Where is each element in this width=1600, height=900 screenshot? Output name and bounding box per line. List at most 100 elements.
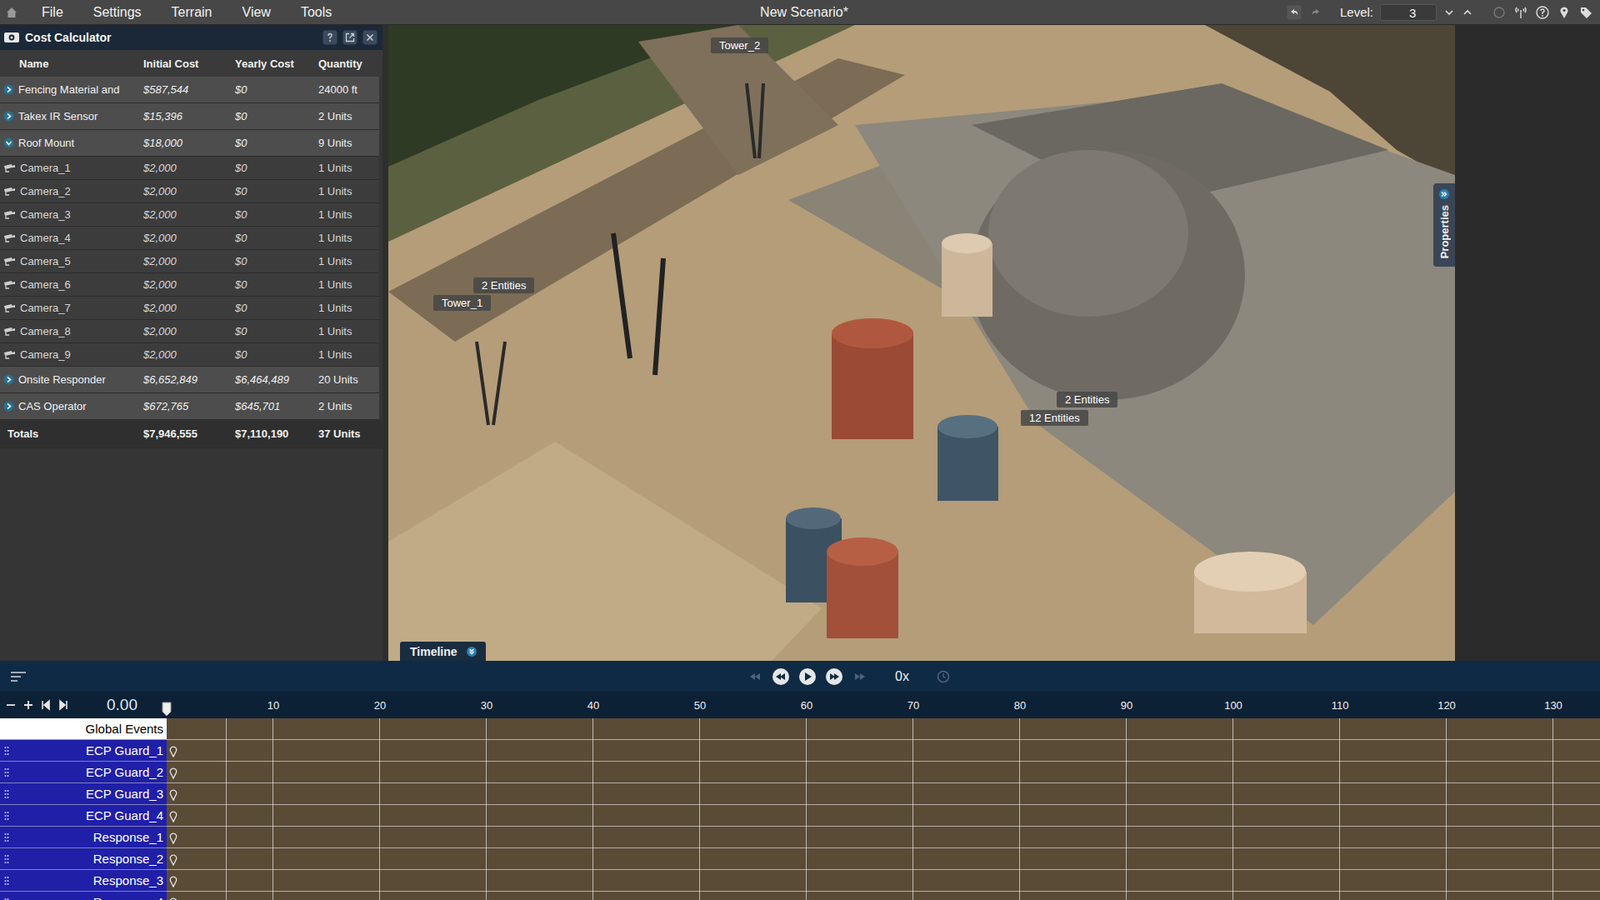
waypoint-icon[interactable] [169, 854, 178, 866]
drag-handle-icon[interactable] [4, 854, 10, 865]
cost-row[interactable]: Camera_1 $2,000 $0 1 Units [0, 156, 380, 180]
track-label[interactable]: ECP Guard_3 [0, 783, 167, 805]
cost-row[interactable]: Fencing Material and $587,544 $0 24000 f… [0, 76, 380, 104]
timeline-track[interactable]: Response_4 [0, 891, 1600, 900]
target-icon[interactable] [1491, 5, 1507, 20]
cost-row[interactable]: Camera_5 $2,000 $0 1 Units [0, 250, 380, 274]
track-label[interactable]: ECP Guard_4 [0, 805, 167, 827]
entity-label[interactable]: 2 Entities [1056, 391, 1118, 408]
drag-handle-icon[interactable] [4, 875, 10, 886]
fast-forward-icon[interactable] [825, 667, 844, 686]
chevron-up-icon[interactable] [1461, 6, 1474, 19]
timeline-track[interactable]: ECP Guard_1 [0, 740, 1600, 762]
skip-back-icon[interactable] [746, 668, 764, 685]
antenna-icon[interactable] [1513, 5, 1529, 20]
cost-row[interactable]: Takex IR Sensor $15,396 $0 2 Units [0, 103, 380, 130]
pin-icon[interactable] [1556, 5, 1572, 20]
rewind-icon[interactable] [771, 667, 790, 686]
menu-item[interactable]: File [35, 5, 87, 20]
expand-icon[interactable] [3, 110, 15, 122]
menu-item[interactable]: Settings [86, 5, 165, 20]
chevron-down-icon[interactable] [1443, 6, 1455, 19]
jump-start-icon[interactable] [40, 699, 52, 711]
drag-handle-icon[interactable] [4, 789, 10, 800]
zoom-in-icon[interactable] [22, 699, 35, 711]
expand-icon[interactable] [3, 400, 15, 412]
expand-icon[interactable] [1438, 188, 1450, 200]
timeline-track[interactable]: ECP Guard_4 [0, 805, 1600, 827]
cost-row[interactable]: CAS Operator $672,765 $645,701 2 Units [0, 393, 380, 420]
play-icon[interactable] [798, 667, 817, 686]
track-lane[interactable] [166, 740, 1600, 762]
menu-item[interactable]: View [235, 5, 295, 20]
track-label[interactable]: Response_2 [0, 848, 167, 870]
track-label[interactable]: Response_4 [0, 891, 167, 900]
entity-label[interactable]: 12 Entities [1020, 410, 1089, 426]
home-icon[interactable] [5, 5, 19, 20]
track-label[interactable]: ECP Guard_1 [0, 740, 167, 762]
entity-label[interactable]: 2 Entities [473, 277, 535, 294]
cost-row[interactable]: Camera_4 $2,000 $0 1 Units [0, 226, 380, 250]
entity-label[interactable]: Tower_2 [710, 37, 769, 54]
popout-icon[interactable] [342, 30, 358, 45]
drag-handle-icon[interactable] [4, 832, 10, 843]
timeline-tab[interactable]: Timeline [400, 641, 486, 661]
track-lane[interactable] [166, 826, 1600, 849]
cost-row[interactable]: Camera_3 $2,000 $0 1 Units [0, 203, 380, 227]
undo-icon[interactable] [1286, 5, 1302, 20]
timeline-track[interactable]: Response_2 [0, 848, 1600, 870]
menu-item[interactable]: Terrain [165, 5, 236, 20]
zoom-out-icon[interactable] [5, 699, 17, 711]
level-field[interactable]: 3 [1380, 4, 1437, 21]
expand-icon[interactable] [3, 374, 15, 385]
timeline-track[interactable]: Response_1 [0, 826, 1600, 849]
jump-end-icon[interactable] [57, 699, 70, 711]
drag-handle-icon[interactable] [4, 810, 10, 821]
drag-handle-icon[interactable] [4, 767, 10, 778]
help-icon[interactable] [1535, 5, 1550, 20]
cost-row[interactable]: Camera_8 $2,000 $0 1 Units [0, 320, 380, 344]
waypoint-icon[interactable] [169, 767, 178, 780]
waypoint-icon[interactable] [169, 789, 178, 801]
drag-handle-icon[interactable] [4, 897, 10, 900]
help-icon[interactable] [322, 30, 338, 45]
timeline-track[interactable]: ECP Guard_2 [0, 761, 1600, 784]
track-lane[interactable] [166, 870, 1600, 892]
cost-row[interactable]: Camera_2 $2,000 $0 1 Units [0, 180, 380, 204]
properties-tab[interactable]: Properties [1433, 183, 1455, 267]
filter-icon[interactable] [10, 670, 27, 683]
timeline-track[interactable]: ECP Guard_3 [0, 783, 1600, 805]
track-lane[interactable] [166, 718, 1600, 740]
collapse-icon[interactable] [465, 645, 478, 658]
timeline-track[interactable]: Global Events [0, 718, 1600, 740]
column-label[interactable]: Name [0, 57, 144, 70]
skip-forward-icon[interactable] [851, 668, 869, 685]
waypoint-icon[interactable] [169, 897, 178, 900]
track-lane[interactable] [166, 805, 1600, 827]
column-label[interactable]: Quantity [318, 57, 383, 70]
track-label[interactable]: Response_1 [0, 826, 167, 849]
track-label[interactable]: Response_3 [0, 870, 167, 892]
column-label[interactable]: Initial Cost [143, 57, 235, 70]
3d-viewport[interactable]: Tower_22 EntitiesTower_12 Entities12 Ent… [388, 25, 1455, 661]
current-time[interactable]: 0.00 [106, 695, 138, 715]
cost-row[interactable]: Onsite Responder $6,652,849 $6,464,489 2… [0, 366, 380, 394]
tag-icon[interactable] [1578, 5, 1594, 20]
expand-icon[interactable] [3, 84, 15, 95]
waypoint-icon[interactable] [169, 745, 178, 758]
entity-label[interactable]: Tower_1 [433, 295, 491, 311]
close-icon[interactable] [362, 30, 378, 45]
track-lane[interactable] [166, 848, 1600, 870]
column-label[interactable]: Yearly Cost [235, 57, 319, 70]
track-label[interactable]: ECP Guard_2 [0, 761, 167, 784]
track-lane[interactable] [166, 761, 1600, 784]
drag-handle-icon[interactable] [4, 745, 10, 756]
collapse-icon[interactable] [3, 137, 15, 149]
menu-item[interactable]: Tools [294, 5, 355, 20]
track-label[interactable]: Global Events [0, 718, 167, 740]
cost-row[interactable]: Camera_7 $2,000 $0 1 Units [0, 296, 380, 320]
cost-row[interactable]: Camera_9 $2,000 $0 1 Units [0, 343, 380, 367]
waypoint-icon[interactable] [169, 810, 178, 823]
track-lane[interactable] [166, 783, 1600, 805]
track-lane[interactable] [166, 891, 1600, 900]
